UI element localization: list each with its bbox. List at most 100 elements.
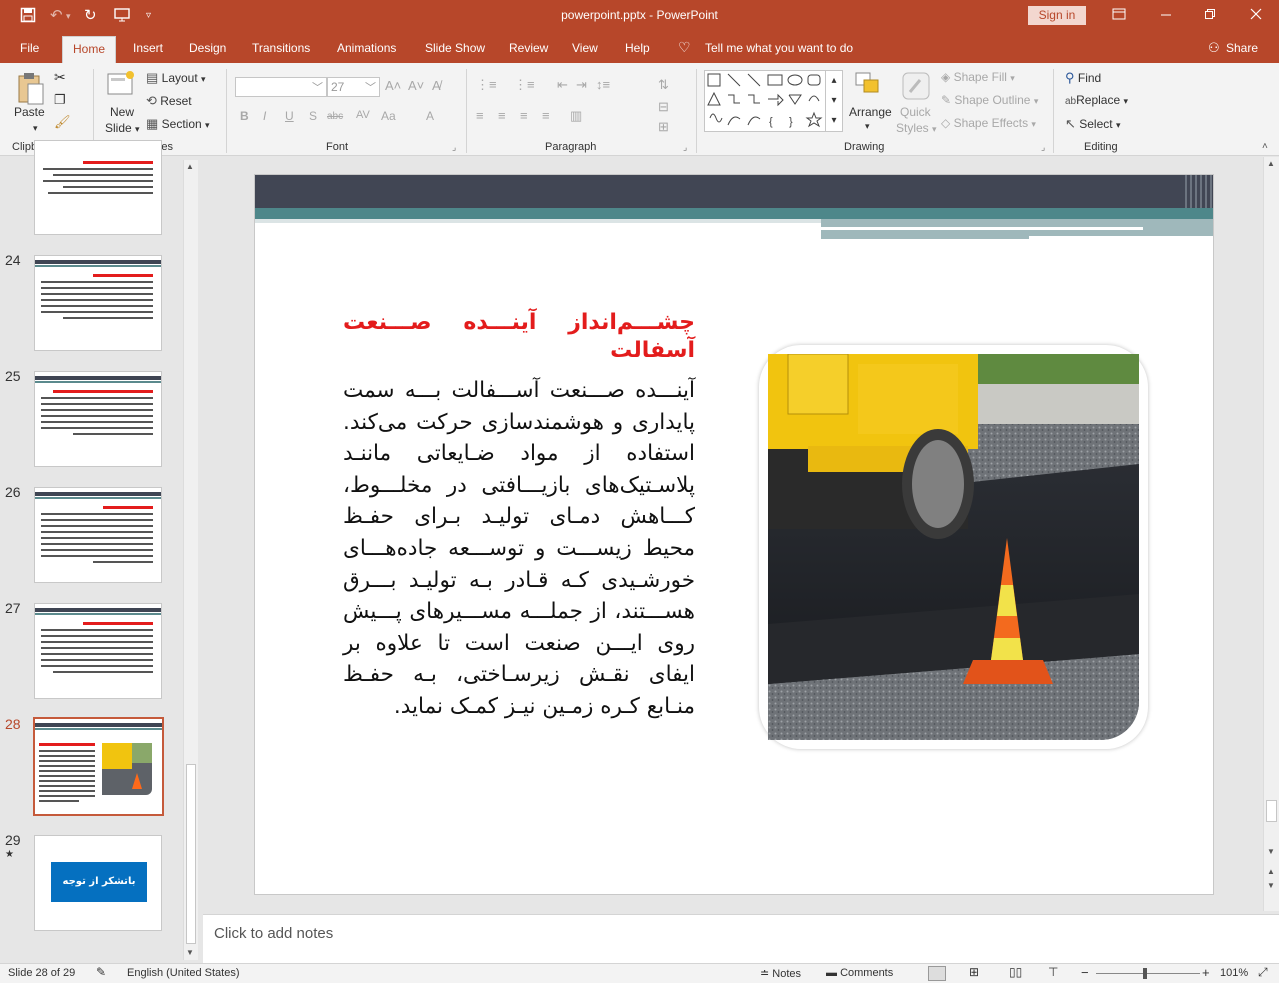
- increase-indent-icon[interactable]: ⇥: [576, 77, 587, 93]
- collapse-ribbon-icon[interactable]: ˄: [1262, 141, 1268, 152]
- shape-outline-button[interactable]: ✎ Shape Outline ▾: [941, 93, 1038, 107]
- tab-insert[interactable]: Insert: [133, 41, 163, 55]
- spell-check-icon[interactable]: ✎: [96, 965, 106, 979]
- line-spacing-icon[interactable]: ↕≡: [596, 77, 610, 92]
- normal-view-icon[interactable]: [928, 966, 946, 981]
- close-icon[interactable]: [1250, 7, 1262, 25]
- thumbnail-23[interactable]: [34, 140, 162, 235]
- scroll-up-icon[interactable]: ▲: [186, 162, 194, 171]
- replace-button[interactable]: abReplace ▾: [1065, 93, 1128, 107]
- thumbnail-27[interactable]: [34, 603, 162, 699]
- decrease-font-icon[interactable]: A˅: [408, 78, 424, 93]
- increase-font-icon[interactable]: A˄: [385, 78, 401, 93]
- minimize-icon[interactable]: [1160, 7, 1172, 25]
- thumbnail-scrollbar[interactable]: ▲ ▼: [183, 160, 198, 960]
- paste-dropdown-icon[interactable]: ▾: [33, 123, 38, 134]
- new-slide-label-2[interactable]: Slide ▾: [105, 121, 140, 135]
- select-button[interactable]: ↖ Select ▾: [1065, 116, 1120, 132]
- slide-sorter-icon[interactable]: ⊞: [969, 965, 979, 979]
- thumbnail-28-selected[interactable]: [33, 717, 164, 816]
- tab-review[interactable]: Review: [509, 41, 548, 55]
- scroll-down-icon[interactable]: ▼: [186, 948, 194, 957]
- next-slide-icon[interactable]: ▼: [1267, 881, 1275, 890]
- smartart-icon[interactable]: ⊞: [658, 119, 669, 135]
- drawing-launcher-icon[interactable]: ⌟: [1041, 142, 1045, 153]
- notes-placeholder[interactable]: Click to add notes: [214, 925, 333, 942]
- restore-icon[interactable]: [1204, 7, 1216, 25]
- arrange-button[interactable]: Arrange: [849, 105, 892, 119]
- slide-counter[interactable]: Slide 28 of 29: [8, 967, 75, 979]
- tell-me-search[interactable]: Tell me what you want to do: [705, 41, 853, 55]
- tab-help[interactable]: Help: [625, 41, 650, 55]
- tab-file[interactable]: File: [20, 41, 39, 55]
- shapes-gallery[interactable]: {}: [704, 70, 826, 132]
- columns-icon[interactable]: ▥: [570, 108, 582, 124]
- character-spacing-icon[interactable]: AV: [356, 109, 370, 121]
- find-button[interactable]: ⚲ Find: [1065, 70, 1101, 86]
- thumbnail-24[interactable]: [34, 255, 162, 351]
- justify-icon[interactable]: ≡: [542, 108, 550, 123]
- numbering-icon[interactable]: ⋮≡: [514, 77, 535, 93]
- paste-button[interactable]: Paste: [14, 105, 45, 119]
- shape-fill-button[interactable]: ◈ Shape Fill ▾: [941, 70, 1015, 84]
- slide-canvas[interactable]: چشـــم‌انداز آینـــده صـــنعت آسفالت آین…: [254, 174, 1214, 895]
- tab-home[interactable]: Home: [62, 36, 117, 63]
- arrange-dropdown-icon[interactable]: ▾: [865, 121, 870, 132]
- scroll-down-icon[interactable]: ▼: [1267, 847, 1275, 856]
- paragraph-launcher-icon[interactable]: ⌟: [683, 142, 687, 153]
- shapes-more-icon[interactable]: ▴ ▾ ▾: [826, 70, 843, 132]
- ribbon-display-options-icon[interactable]: [1112, 7, 1126, 26]
- thumbnail-29[interactable]: باتشکر از توجه شما: [34, 835, 162, 931]
- share-button[interactable]: Share: [1226, 41, 1258, 55]
- underline-icon[interactable]: U: [285, 109, 294, 123]
- tab-slide-show[interactable]: Slide Show: [425, 41, 485, 55]
- bold-icon[interactable]: B: [240, 109, 249, 123]
- quick-styles-icon[interactable]: [900, 70, 932, 105]
- slide-body-text[interactable]: آینـــده صـــنعت آســـفالت بـــه سمت پای…: [343, 375, 695, 723]
- scroll-thumb[interactable]: [1266, 800, 1277, 822]
- zoom-out-icon[interactable]: −: [1081, 965, 1089, 980]
- quick-styles-label-2[interactable]: Styles ▾: [896, 121, 937, 135]
- bullets-icon[interactable]: ⋮≡: [476, 77, 497, 93]
- shadow-icon[interactable]: S: [309, 109, 317, 123]
- previous-slide-icon[interactable]: ▲: [1267, 867, 1275, 876]
- thumbnail-25[interactable]: [34, 371, 162, 467]
- thumbnail-26[interactable]: [34, 487, 162, 583]
- copy-icon[interactable]: ❐: [54, 92, 66, 108]
- quick-styles-label-1[interactable]: Quick: [900, 105, 931, 119]
- comments-toggle[interactable]: ▬ Comments: [826, 967, 893, 979]
- strikethrough-icon[interactable]: abc: [327, 111, 343, 122]
- slide-title[interactable]: چشـــم‌انداز آینـــده صـــنعت آسفالت: [343, 309, 695, 365]
- change-case-icon[interactable]: Aa: [381, 109, 396, 123]
- fit-to-window-icon[interactable]: ⤢: [1258, 965, 1268, 980]
- italic-icon[interactable]: I: [263, 109, 266, 123]
- new-slide-icon[interactable]: [106, 70, 138, 105]
- zoom-level[interactable]: 101%: [1220, 967, 1248, 979]
- reading-view-icon[interactable]: ▯▯: [1009, 965, 1022, 979]
- format-painter-icon[interactable]: 🖌: [54, 114, 71, 130]
- layout-button[interactable]: ▤ Layout ▾: [146, 70, 206, 86]
- tab-view[interactable]: View: [572, 41, 598, 55]
- new-slide-label-1[interactable]: New: [110, 105, 134, 119]
- slide-scrollbar[interactable]: ▲ ▼ ▲ ▼: [1263, 157, 1279, 911]
- font-name-combo[interactable]: ﹀: [235, 77, 327, 97]
- scroll-thumb[interactable]: [186, 764, 196, 944]
- align-text-icon[interactable]: ⊟: [658, 99, 669, 115]
- zoom-slider-track[interactable]: [1096, 973, 1200, 974]
- photo-frame[interactable]: [759, 345, 1148, 749]
- align-left-icon[interactable]: ≡: [476, 108, 484, 123]
- zoom-in-icon[interactable]: +: [1202, 965, 1210, 980]
- font-size-combo[interactable]: 27 ﹀: [327, 77, 380, 97]
- zoom-slider-thumb[interactable]: [1143, 968, 1147, 979]
- decrease-indent-icon[interactable]: ⇤: [557, 77, 568, 93]
- tab-transitions[interactable]: Transitions: [252, 41, 310, 55]
- notes-pane[interactable]: Click to add notes: [203, 914, 1279, 963]
- tab-animations[interactable]: Animations: [337, 41, 396, 55]
- font-launcher-icon[interactable]: ⌟: [452, 142, 456, 153]
- section-button[interactable]: ▦ Section ▾: [146, 116, 210, 132]
- cut-icon[interactable]: ✂: [54, 69, 66, 86]
- clear-formatting-icon[interactable]: A̸: [432, 78, 441, 93]
- arrange-icon[interactable]: [852, 70, 884, 103]
- text-direction-icon[interactable]: ⇅: [658, 77, 669, 93]
- sign-in-button[interactable]: Sign in: [1028, 6, 1086, 25]
